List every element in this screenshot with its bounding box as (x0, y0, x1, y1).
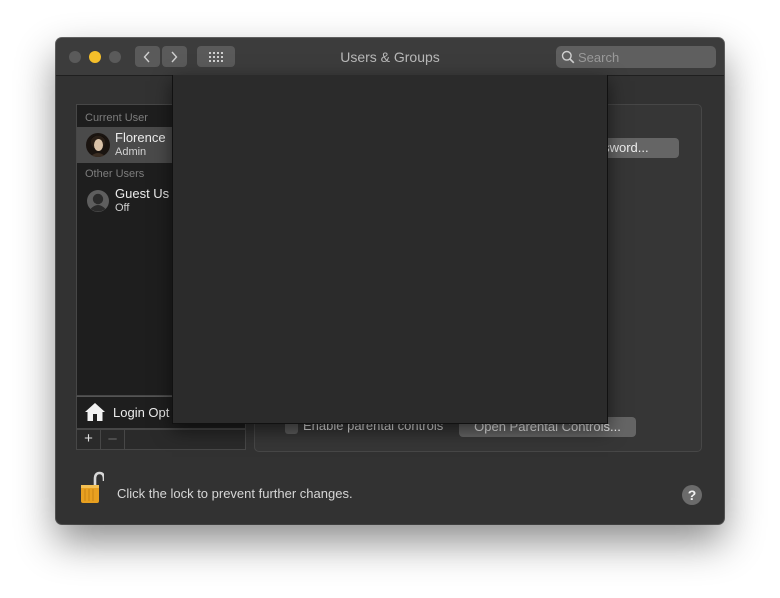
search-field[interactable] (556, 46, 716, 68)
add-remove-bar: + – (76, 429, 246, 450)
house-icon (85, 403, 105, 421)
sheet-dialog[interactable] (172, 75, 608, 424)
help-button[interactable]: ? (682, 485, 702, 505)
person-silhouette-icon (86, 189, 110, 213)
user-role: Off (115, 202, 130, 214)
user-name: Florence (115, 130, 166, 145)
user-role: Admin (115, 146, 147, 158)
question-mark-icon: ? (687, 487, 697, 503)
search-icon (561, 50, 575, 64)
user-avatar (86, 133, 110, 157)
current-user-label: Current User (85, 112, 148, 124)
lock-open-icon[interactable] (80, 471, 104, 505)
remove-user-button[interactable]: – (101, 430, 125, 449)
login-options-label: Login Opt (113, 405, 170, 420)
other-users-label: Other Users (85, 168, 145, 180)
title-bar: Users & Groups (56, 38, 724, 76)
add-user-button[interactable]: + (77, 430, 101, 449)
lock-status-text: Click the lock to prevent further change… (117, 486, 353, 501)
search-input[interactable] (578, 48, 712, 66)
user-name: Guest Us (115, 186, 170, 201)
users-groups-window: Users & Groups Current User Florence (56, 38, 724, 524)
